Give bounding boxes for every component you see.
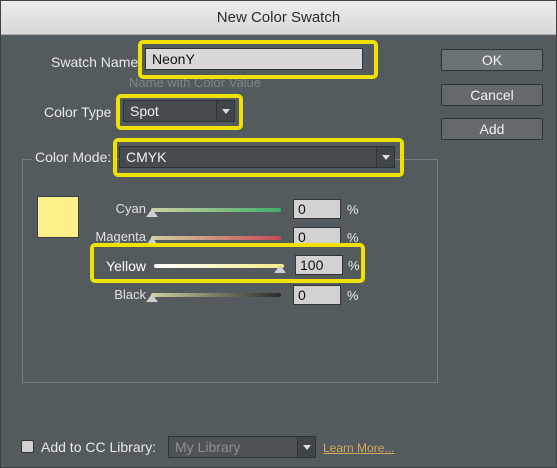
magenta-slider-track[interactable] <box>151 236 281 240</box>
magenta-label: Magenta <box>95 229 146 244</box>
checkbox-icon[interactable] <box>21 440 34 453</box>
new-color-swatch-dialog: New Color Swatch Swatch Name Name with C… <box>0 0 557 468</box>
library-value: My Library <box>175 439 241 455</box>
dropdown-arrow-icon <box>297 437 315 457</box>
color-mode-label: Color Mode: <box>32 149 115 165</box>
add-to-cc-library-label: Add to CC Library: <box>41 439 157 455</box>
cyan-value-input[interactable]: 0 <box>293 199 341 219</box>
library-dropdown[interactable]: My Library <box>168 436 316 458</box>
slider-thumb-icon[interactable] <box>146 294 158 302</box>
cyan-slider-track[interactable] <box>151 208 281 212</box>
add-button[interactable]: Add <box>441 118 543 140</box>
swatch-name-label: Swatch Name <box>51 54 139 70</box>
learn-more-link[interactable]: Learn More... <box>323 441 394 455</box>
yellow-highlight <box>90 243 365 283</box>
swatch-name-highlight <box>138 40 378 79</box>
black-label: Black <box>114 287 146 302</box>
black-slider-track[interactable] <box>151 293 281 297</box>
ok-button[interactable]: OK <box>441 49 543 71</box>
cyan-unit: % <box>347 202 359 217</box>
dialog-title: New Color Swatch <box>1 1 556 35</box>
color-type-highlight <box>116 94 243 130</box>
color-type-label: Color Type <box>44 104 112 120</box>
color-mode-highlight <box>113 138 404 177</box>
black-value-input[interactable]: 0 <box>293 285 341 305</box>
cancel-button[interactable]: Cancel <box>441 84 543 106</box>
slider-thumb-icon[interactable] <box>146 209 158 217</box>
cyan-label: Cyan <box>115 201 146 216</box>
black-unit: % <box>347 288 359 303</box>
